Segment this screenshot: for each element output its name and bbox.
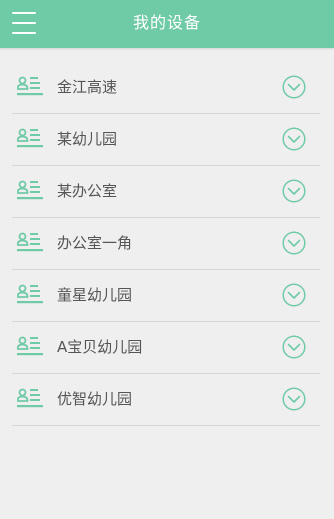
device-name: 某幼儿园 (57, 130, 118, 148)
page-title: 我的设备 (132, 13, 201, 32)
app-screen: 我的设备 金江高速某幼儿园某办公室办公室一角童星幼儿园 A宝贝幼儿园 优智幼儿园 (0, 0, 334, 519)
chevron-down-circle-icon[interactable] (282, 179, 306, 203)
chevron-down-circle-icon[interactable] (282, 75, 306, 99)
device-name: 童星幼儿园 (57, 286, 133, 304)
device-card-icon (16, 388, 43, 410)
device-list-item[interactable]: 金江高速 (12, 62, 320, 114)
device-name: 办公室一角 (57, 234, 133, 252)
chevron-down-circle-icon[interactable] (282, 387, 306, 411)
device-name: 某办公室 (57, 182, 118, 200)
device-card-icon (16, 284, 43, 306)
device-card-icon (16, 128, 43, 150)
chevron-down-circle-icon[interactable] (282, 283, 306, 307)
device-name: 优智幼儿园 (57, 390, 133, 408)
device-list: 金江高速某幼儿园某办公室办公室一角童星幼儿园 A宝贝幼儿园 优智幼儿园 (12, 62, 320, 426)
device-list-item[interactable]: 优智幼儿园 (12, 374, 320, 426)
device-list-item[interactable]: 童星幼儿园 (12, 270, 320, 322)
chevron-down-circle-icon[interactable] (282, 127, 306, 151)
device-card-icon (16, 232, 43, 254)
top-app-bar: 我的设备 (0, 0, 334, 48)
chevron-down-circle-icon[interactable] (282, 231, 306, 255)
device-list-item[interactable]: A宝贝幼儿园 (12, 322, 320, 374)
device-card-icon (16, 76, 43, 98)
device-name: 金江高速 (57, 78, 118, 96)
device-list-item[interactable]: 某办公室 (12, 166, 320, 218)
chevron-down-circle-icon[interactable] (282, 335, 306, 359)
device-card-icon (16, 336, 43, 358)
device-name: A宝贝幼儿园 (57, 338, 143, 356)
device-card-icon (16, 180, 43, 202)
device-list-item[interactable]: 办公室一角 (12, 218, 320, 270)
device-list-item[interactable]: 某幼儿园 (12, 114, 320, 166)
